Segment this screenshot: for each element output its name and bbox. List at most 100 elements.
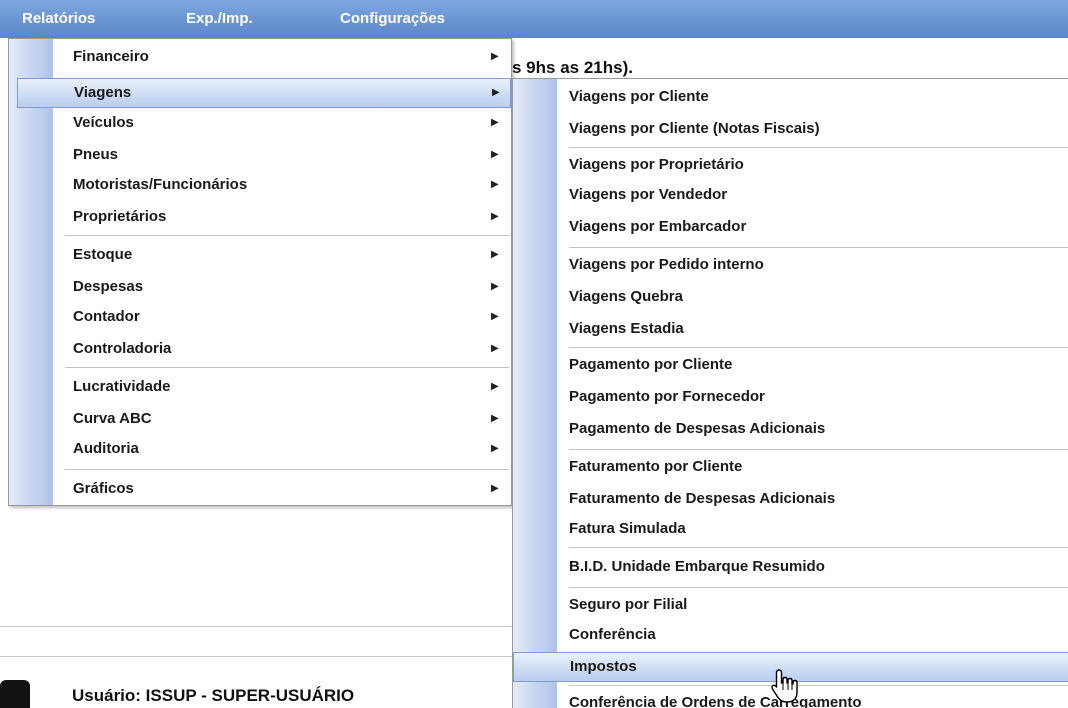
viagens-item-viagens-estadia[interactable]: Viagens Estadia [513,314,1068,344]
divider [0,626,512,627]
relatorios-item-label: Despesas [73,278,144,295]
menu-separator [65,235,509,236]
viagens-item-pagamento-por-fornecedor[interactable]: Pagamento por Fornecedor [513,382,1068,412]
relatorios-dropdown: Financeiro ▶ Viagens ▶ Veículos ▶ Pneus ▶ Motori… [8,38,512,506]
triangle-right-icon: ▶ [491,51,499,62]
menu-configuracoes[interactable]: Configurações [340,10,445,27]
triangle-right-icon: ▶ [491,149,499,160]
viagens-item-faturamento-por-cliente[interactable]: Faturamento por Cliente [513,452,1068,482]
relatorios-item-motoristas-funcionarios[interactable]: Motoristas/Funcionários ▶ [17,170,511,200]
viagens-item-label: Pagamento por Cliente [569,356,733,373]
relatorios-item-label: Motoristas/Funcionários [73,176,248,193]
viagens-item-label: Faturamento de Despesas Adicionais [569,490,836,507]
relatorios-item-label: Veículos [73,114,134,131]
menu-separator [569,685,1068,686]
viagens-item-pagamento-de-despesas-adicionais[interactable]: Pagamento de Despesas Adicionais [513,414,1068,444]
relatorios-item-controladoria[interactable]: Controladoria ▶ [17,334,511,364]
relatorios-item-graficos[interactable]: Gráficos ▶ [17,474,511,504]
hours-text: s 9hs as 21hs). [512,58,633,77]
menu-exp-imp[interactable]: Exp./Imp. [186,10,253,27]
viagens-item-label: Viagens por Proprietário [569,156,744,173]
viagens-item-conferencia[interactable]: Conferência [513,620,1068,650]
viagens-item-label: Viagens por Vendedor [569,186,728,203]
viagens-item-label: Seguro por Filial [569,596,688,613]
relatorios-item-label: Proprietários [73,208,167,225]
menu-bar: Relatórios Exp./Imp. Configurações [0,0,1068,38]
user-label: Usuário: ISSUP - SUPER-USUÁRIO [72,686,355,705]
triangle-right-icon: ▶ [491,413,499,424]
relatorios-item-lucratividade[interactable]: Lucratividade ▶ [17,372,511,402]
triangle-right-icon: ▶ [491,343,499,354]
triangle-right-icon: ▶ [491,381,499,392]
relatorios-item-proprietarios[interactable]: Proprietários ▶ [17,202,511,232]
triangle-right-icon: ▶ [492,87,500,98]
viagens-submenu: Viagens por Cliente Viagens por Cliente (… [512,78,1068,708]
hand-pointer-icon [771,669,798,703]
divider [0,656,512,657]
viagens-item-viagens-por-embarcador[interactable]: Viagens por Embarcador [513,212,1068,242]
relatorios-item-financeiro[interactable]: Financeiro ▶ [17,42,511,72]
relatorios-item-label: Gráficos [73,480,134,497]
menu-separator [569,547,1068,548]
viagens-item-label: Pagamento por Fornecedor [569,388,765,405]
triangle-right-icon: ▶ [491,211,499,222]
triangle-right-icon: ▶ [491,117,499,128]
relatorios-item-label: Viagens [74,84,132,101]
viagens-item-label: Viagens por Embarcador [569,218,747,235]
user-icon [0,680,30,708]
triangle-right-icon: ▶ [491,311,499,322]
viagens-item-label: Viagens por Cliente (Notas Fiscais) [569,120,820,137]
menu-separator [65,469,509,470]
relatorios-item-label: Auditoria [73,440,139,457]
viagens-item-label: Impostos [570,658,637,675]
triangle-right-icon: ▶ [491,249,499,260]
menu-separator [569,587,1068,588]
relatorios-item-veiculos[interactable]: Veículos ▶ [17,108,511,138]
viagens-item-label: Faturamento por Cliente [569,458,743,475]
viagens-item-label: B.I.D. Unidade Embarque Resumido [569,558,825,575]
viagens-item-viagens-por-vendedor[interactable]: Viagens por Vendedor [513,180,1068,210]
relatorios-item-label: Estoque [73,246,133,263]
menu-separator [65,367,509,368]
relatorios-item-pneus[interactable]: Pneus ▶ [17,140,511,170]
viagens-item-label: Conferência [569,626,656,643]
relatorios-item-curva-abc[interactable]: Curva ABC ▶ [17,404,511,434]
viagens-item-b-i-d-unidade-embarque-resumido[interactable]: B.I.D. Unidade Embarque Resumido [513,552,1068,582]
viagens-item-viagens-por-proprietario[interactable]: Viagens por Proprietário [513,150,1068,180]
viagens-item-label: Viagens por Cliente [569,88,709,105]
viagens-item-viagens-quebra[interactable]: Viagens Quebra [513,282,1068,312]
triangle-right-icon: ▶ [491,443,499,454]
menu-separator [569,347,1068,348]
viagens-item-faturamento-de-despesas-adicionais[interactable]: Faturamento de Despesas Adicionais [513,484,1068,514]
viagens-item-label: Viagens por Pedido interno [569,256,764,273]
viagens-item-label: Conferência de Ordens de Carregamento [569,694,862,708]
viagens-item-viagens-por-cliente[interactable]: Viagens por Cliente [513,82,1068,112]
viagens-item-viagens-por-pedido-interno[interactable]: Viagens por Pedido interno [513,250,1068,280]
relatorios-item-label: Curva ABC [73,410,152,427]
menu-relatorios[interactable]: Relatórios [22,10,95,27]
viagens-item-seguro-por-filial[interactable]: Seguro por Filial [513,590,1068,620]
relatorios-item-label: Pneus [73,146,119,163]
relatorios-item-auditoria[interactable]: Auditoria ▶ [17,434,511,464]
triangle-right-icon: ▶ [491,179,499,190]
triangle-right-icon: ▶ [491,281,499,292]
menu-separator [569,449,1068,450]
relatorios-item-label: Contador [73,308,140,325]
viagens-item-label: Pagamento de Despesas Adicionais [569,420,826,437]
relatorios-item-label: Lucratividade [73,378,171,395]
relatorios-item-label: Controladoria [73,340,172,357]
viagens-item-fatura-simulada[interactable]: Fatura Simulada [513,514,1068,544]
relatorios-item-contador[interactable]: Contador ▶ [17,302,511,332]
viagens-item-viagens-por-cliente-notas-fiscais[interactable]: Viagens por Cliente (Notas Fiscais) [513,114,1068,144]
relatorios-item-estoque[interactable]: Estoque ▶ [17,240,511,270]
relatorios-item-viagens[interactable]: Viagens ▶ [17,78,511,108]
menu-separator [569,147,1068,148]
menu-separator [569,247,1068,248]
viagens-item-label: Viagens Estadia [569,320,684,337]
triangle-right-icon: ▶ [491,483,499,494]
viagens-item-label: Fatura Simulada [569,520,686,537]
viagens-item-pagamento-por-cliente[interactable]: Pagamento por Cliente [513,350,1068,380]
relatorios-item-label: Financeiro [73,48,149,65]
viagens-item-label: Viagens Quebra [569,288,683,305]
relatorios-item-despesas[interactable]: Despesas ▶ [17,272,511,302]
